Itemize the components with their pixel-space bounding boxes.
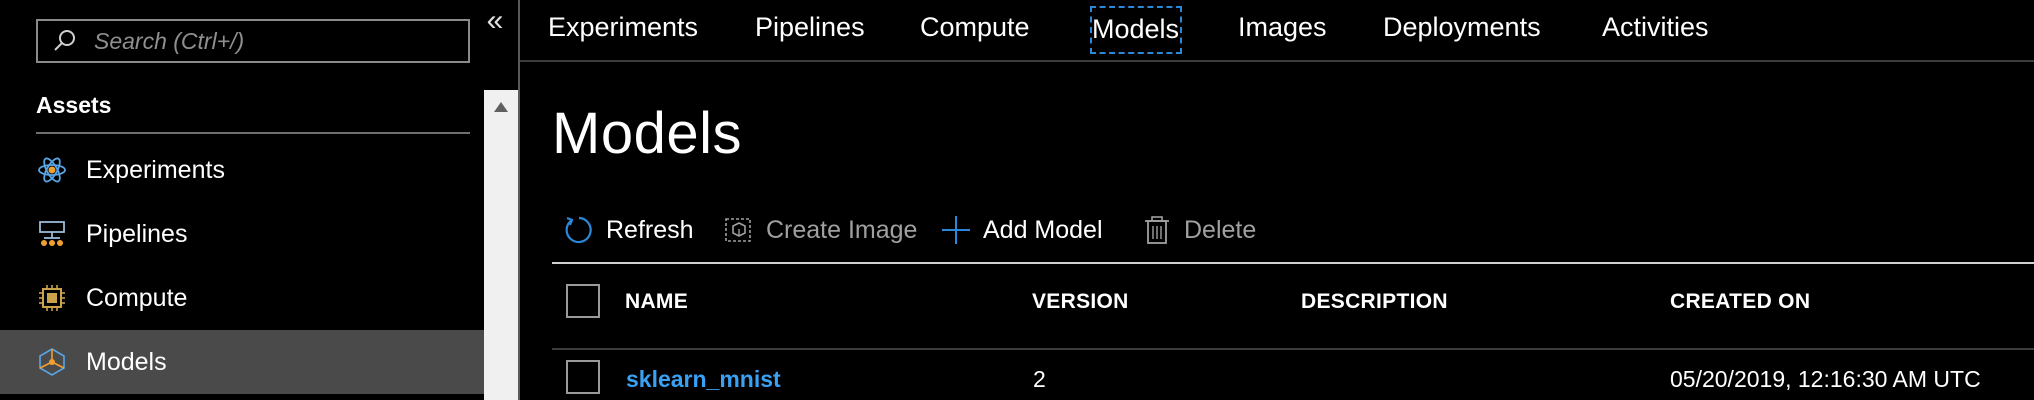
- tab-experiments[interactable]: Experiments: [548, 6, 698, 54]
- sidebar-item-label: Compute: [86, 283, 188, 312]
- sidebar-item-label: Pipelines: [86, 219, 188, 248]
- tab-bar: Experiments Pipelines Compute Models Ima…: [520, 0, 2034, 62]
- sidebar-item-models[interactable]: Models: [0, 330, 484, 394]
- table-header: NAME VERSION DESCRIPTION CREATED ON: [552, 280, 2034, 338]
- pipelines-icon: [36, 218, 68, 250]
- tab-activities[interactable]: Activities: [1602, 6, 1709, 54]
- sidebar-item-pipelines[interactable]: Pipelines: [0, 202, 484, 266]
- section-title-assets: Assets: [36, 92, 112, 118]
- refresh-icon: [562, 213, 596, 247]
- sidebar-item-compute[interactable]: Compute: [0, 266, 484, 330]
- delete-button[interactable]: Delete: [1140, 206, 1256, 254]
- delete-label: Delete: [1184, 215, 1257, 244]
- section-divider: [36, 132, 470, 134]
- add-model-label: Add Model: [983, 215, 1103, 244]
- experiments-icon: [36, 154, 68, 186]
- tab-images[interactable]: Images: [1238, 6, 1327, 54]
- column-header-created-on[interactable]: CREATED ON: [1670, 290, 1810, 314]
- sidebar-nav: Experiments Pipelines Compute Models: [0, 138, 484, 394]
- refresh-button[interactable]: Refresh: [562, 206, 694, 254]
- table-row[interactable]: sklearn_mnist 2 05/20/2019, 12:16:30 AM …: [552, 348, 2034, 400]
- model-created-on: 05/20/2019, 12:16:30 AM UTC: [1670, 366, 1981, 392]
- sidebar: Search (Ctrl+/) « Assets Experiments Pip…: [0, 0, 518, 400]
- sidebar-item-label: Experiments: [86, 155, 225, 184]
- tab-pipelines[interactable]: Pipelines: [755, 6, 865, 54]
- tab-compute[interactable]: Compute: [920, 6, 1030, 54]
- collapse-sidebar-button[interactable]: «: [482, 6, 508, 36]
- select-all-checkbox[interactable]: [566, 284, 600, 318]
- main-content: Experiments Pipelines Compute Models Ima…: [520, 0, 2034, 400]
- tab-deployments[interactable]: Deployments: [1383, 6, 1541, 54]
- sidebar-scrollbar[interactable]: [484, 90, 518, 400]
- row-checkbox[interactable]: [566, 360, 600, 394]
- add-model-button[interactable]: Add Model: [939, 206, 1103, 254]
- scroll-up-arrow-icon[interactable]: [494, 102, 508, 112]
- sidebar-item-label: Models: [86, 347, 167, 376]
- search-input[interactable]: Search (Ctrl+/): [36, 19, 470, 63]
- tab-models[interactable]: Models: [1090, 6, 1182, 54]
- refresh-label: Refresh: [606, 215, 694, 244]
- column-header-description[interactable]: DESCRIPTION: [1301, 290, 1448, 314]
- toolbar-divider: [552, 262, 2034, 264]
- compute-icon: [36, 282, 68, 314]
- create-image-icon: [722, 213, 756, 247]
- column-header-version[interactable]: VERSION: [1032, 290, 1129, 314]
- column-header-name[interactable]: NAME: [625, 290, 688, 314]
- command-bar: Refresh Create Image Add Model Delete: [552, 206, 2034, 258]
- model-version: 2: [1033, 366, 1046, 392]
- search-placeholder: Search (Ctrl+/): [94, 27, 245, 54]
- search-icon: [50, 26, 80, 56]
- create-image-label: Create Image: [766, 215, 918, 244]
- page-title: Models: [552, 101, 742, 166]
- model-name-link[interactable]: sklearn_mnist: [626, 366, 781, 393]
- create-image-button[interactable]: Create Image: [722, 206, 917, 254]
- models-icon: [36, 346, 68, 378]
- plus-icon: [939, 213, 973, 247]
- trash-icon: [1140, 213, 1174, 247]
- sidebar-item-experiments[interactable]: Experiments: [0, 138, 484, 202]
